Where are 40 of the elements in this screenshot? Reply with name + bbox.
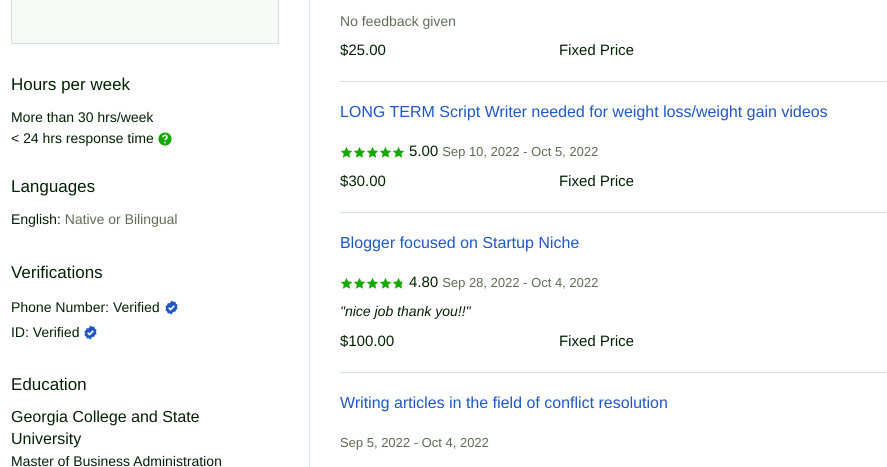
date-range-text: Sep 28, 2022 - Oct 4, 2022: [442, 274, 598, 292]
star-icon: [392, 276, 405, 290]
language-text: English: Native or Bilingual: [11, 210, 179, 229]
job-title-link[interactable]: LONG TERM Script Writer needed for weight loss/weight gain videos: [340, 102, 887, 124]
verification-text: ID: Verified: [11, 323, 80, 342]
response-time-text: < 24 hrs response time: [11, 129, 154, 148]
section-heading: Verifications: [11, 263, 104, 283]
contract-type-text: Fixed Price: [559, 172, 634, 192]
job-title-link[interactable]: Writing articles in the field of conflict resolution: [340, 393, 887, 415]
degree-text: Master of Business Administration: [11, 452, 223, 467]
star-icon: [340, 146, 353, 158]
star-icon: [379, 276, 392, 290]
feedback-text: No feedback given: [340, 12, 457, 31]
price-text: $100.00: [340, 332, 396, 352]
date-range-text: Sep 5, 2022 - Oct 4, 2022: [340, 434, 489, 452]
star-icon: [340, 276, 353, 290]
section-heading: Education: [11, 375, 88, 395]
contract-type-text: Fixed Price: [559, 41, 634, 61]
star-icon: [379, 146, 392, 158]
date-range-text: Sep 10, 2022 - Oct 5, 2022: [442, 143, 598, 162]
rating-text: 4.80: [409, 272, 438, 293]
star-icon: [366, 146, 379, 158]
contract-type-text: Fixed Price: [559, 332, 634, 352]
star-icon: [353, 276, 366, 290]
star-icon: [392, 146, 405, 158]
price-text: $25.00: [340, 41, 387, 61]
price-text: $30.00: [340, 172, 387, 192]
section-heading: Languages: [11, 177, 96, 197]
job-title-link[interactable]: Blogger focused on Startup Niche: [340, 233, 887, 255]
verified-badge-icon: [83, 325, 98, 340]
help-icon[interactable]: [158, 132, 172, 146]
star-icon: [366, 276, 379, 290]
star-icon: [353, 146, 366, 158]
verification-text: Phone Number: Verified: [11, 298, 160, 317]
school-name: Georgia College and State University: [11, 408, 201, 450]
feedback-quote: "nice job thank you!!": [340, 302, 472, 321]
hours-text: More than 30 hrs/week: [11, 108, 154, 127]
verified-badge-icon: [164, 300, 179, 315]
rating-text: 5.00: [409, 142, 438, 162]
section-heading: Hours per week: [11, 75, 132, 95]
